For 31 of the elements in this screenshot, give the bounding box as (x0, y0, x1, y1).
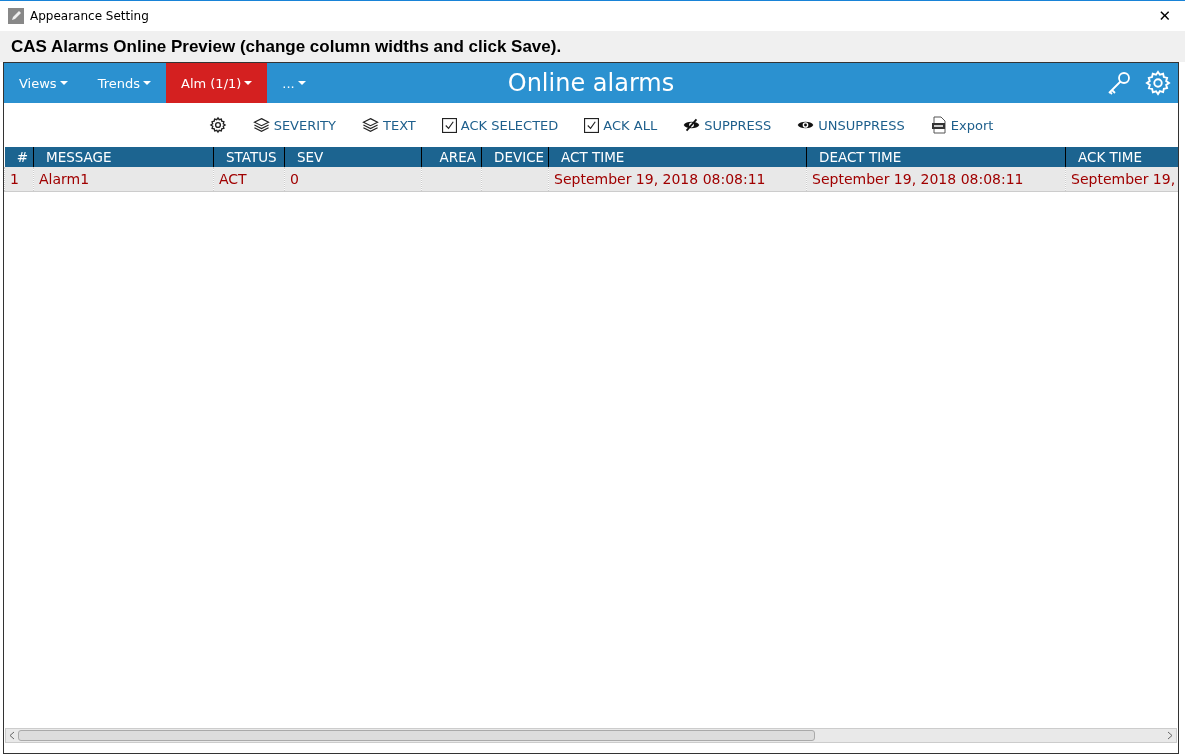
table-cell: September 19, 2018 08:08:11 (554, 171, 766, 187)
toolbar-button[interactable]: ACK ALL (584, 117, 658, 133)
table-cell: 0 (290, 171, 299, 187)
column-header[interactable]: AREA (421, 147, 482, 167)
table-cell: September 19, (1071, 171, 1176, 187)
nav-tab[interactable]: Views (4, 63, 83, 103)
table-cell: 1 (10, 171, 19, 187)
column-header[interactable]: ACT TIME (548, 147, 807, 167)
table-cell: ACT (219, 171, 247, 187)
column-header[interactable]: MESSAGE (33, 147, 214, 167)
column-header[interactable]: DEVICE (481, 147, 549, 167)
toolbar-button[interactable]: SEVERITY (252, 117, 336, 133)
toolbar-button[interactable]: ACK SELECTED (441, 117, 559, 133)
column-header[interactable]: # (4, 147, 34, 167)
column-header[interactable]: ACK TIME (1065, 147, 1178, 167)
table-cell: September 19, 2018 08:08:11 (812, 171, 1024, 187)
toolbar-button[interactable]: TEXT (362, 117, 416, 133)
column-header[interactable]: SEV (284, 147, 422, 167)
table-cell: Alarm1 (39, 171, 90, 187)
column-header[interactable]: DEACT TIME (806, 147, 1066, 167)
close-button[interactable]: ✕ (1152, 7, 1177, 25)
window-title: Appearance Setting (30, 9, 149, 23)
page-title: Online alarms (507, 69, 675, 97)
toolbar-button[interactable]: UNSUPPRESS (797, 117, 905, 133)
nav-tab[interactable]: Trends (82, 63, 166, 103)
preview-heading: CAS Alarms Online Preview (change column widths and click Save). (0, 31, 1185, 62)
nav-tab[interactable]: Alm (1/1) (166, 63, 268, 103)
toolbar-button[interactable]: Export (930, 116, 994, 134)
column-header[interactable]: STATUS (213, 147, 285, 167)
nav-tab[interactable]: ... (267, 63, 321, 103)
toolbar-button[interactable]: SUPPRESS (683, 117, 772, 133)
